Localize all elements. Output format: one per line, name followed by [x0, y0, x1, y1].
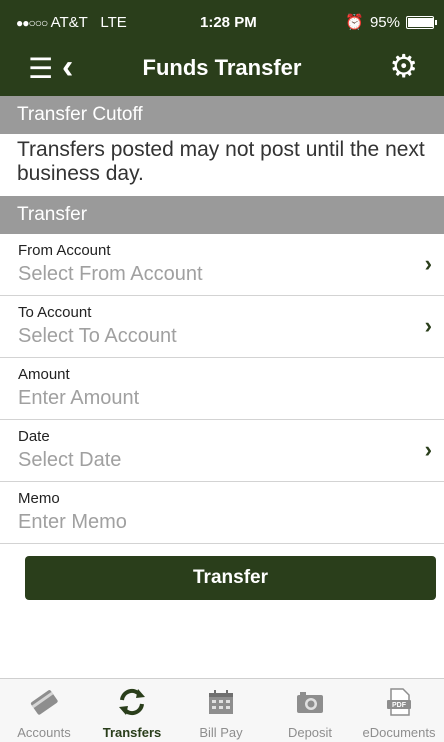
field-label: From Account: [18, 242, 111, 259]
carrier-name: AT&T: [50, 14, 88, 31]
transfer-button[interactable]: Transfer: [25, 556, 436, 600]
pdf-icon: PDF: [384, 687, 414, 717]
field-placeholder: Select Date: [18, 449, 122, 471]
gear-icon[interactable]: ⚙: [389, 50, 418, 82]
tab-label: eDocuments: [362, 725, 436, 740]
network-type: LTE: [100, 14, 127, 31]
battery-fill: [408, 17, 433, 27]
field-label: Amount: [18, 366, 70, 383]
chevron-right-icon: ›: [424, 251, 432, 276]
to-account-field[interactable]: To Account Select To Account ›: [0, 296, 444, 358]
status-bar: ●●○○○ AT&T LTE 1:28 PM ⏰ 95%: [0, 0, 444, 44]
camera-icon: [295, 687, 325, 717]
chevron-right-icon: ›: [424, 313, 432, 338]
status-right: ⏰ 95%: [345, 13, 437, 31]
memo-field[interactable]: Memo Enter Memo: [0, 482, 444, 544]
tab-accounts[interactable]: Accounts: [0, 679, 88, 742]
chevron-right-icon: ›: [424, 437, 432, 462]
tab-edocuments[interactable]: PDF eDocuments: [355, 679, 443, 742]
tab-label: Bill Pay: [199, 725, 243, 740]
tab-label: Transfers: [102, 725, 162, 740]
signal-strength-icon: ●●○○○: [16, 16, 48, 31]
carrier-info: ●●○○○ AT&T LTE: [16, 14, 127, 31]
calendar-icon: [206, 687, 236, 717]
app-header: ●●○○○ AT&T LTE 1:28 PM ⏰ 95% ☰ ‹ Funds T…: [0, 0, 444, 96]
field-placeholder: Select From Account: [18, 263, 203, 285]
alarm-icon: ⏰: [345, 14, 364, 31]
field-label: Memo: [18, 490, 60, 507]
refresh-icon: [117, 687, 147, 717]
section-header-transfer: Transfer: [0, 196, 444, 234]
svg-text:PDF: PDF: [392, 702, 407, 709]
tab-label: Accounts: [17, 725, 71, 740]
section-header-cutoff: Transfer Cutoff: [0, 96, 444, 134]
amount-field[interactable]: Amount Enter Amount: [0, 358, 444, 420]
tab-bar: Accounts Transfers Bill Pay Deposit PDF …: [0, 678, 444, 742]
tab-deposit[interactable]: Deposit: [266, 679, 354, 742]
battery-icon: [406, 15, 437, 29]
tab-bill-pay[interactable]: Bill Pay: [177, 679, 265, 742]
date-field[interactable]: Date Select Date ›: [0, 420, 444, 482]
card-icon: [29, 687, 59, 717]
page-title: Funds Transfer: [142, 55, 302, 80]
battery-percent: 95%: [369, 13, 400, 31]
field-placeholder: Enter Memo: [18, 511, 127, 533]
field-label: To Account: [18, 304, 92, 321]
from-account-field[interactable]: From Account Select From Account ›: [0, 234, 444, 296]
field-placeholder: Enter Amount: [18, 387, 140, 409]
status-time: 1:28 PM: [200, 14, 257, 31]
field-label: Date: [18, 428, 50, 445]
field-placeholder: Select To Account: [18, 325, 177, 347]
tab-transfers[interactable]: Transfers: [88, 679, 176, 742]
tab-label: Deposit: [287, 725, 333, 740]
nav-bar: ☰ ‹ Funds Transfer ⚙: [0, 44, 444, 96]
cutoff-message: Transfers posted may not post until the …: [17, 138, 425, 185]
